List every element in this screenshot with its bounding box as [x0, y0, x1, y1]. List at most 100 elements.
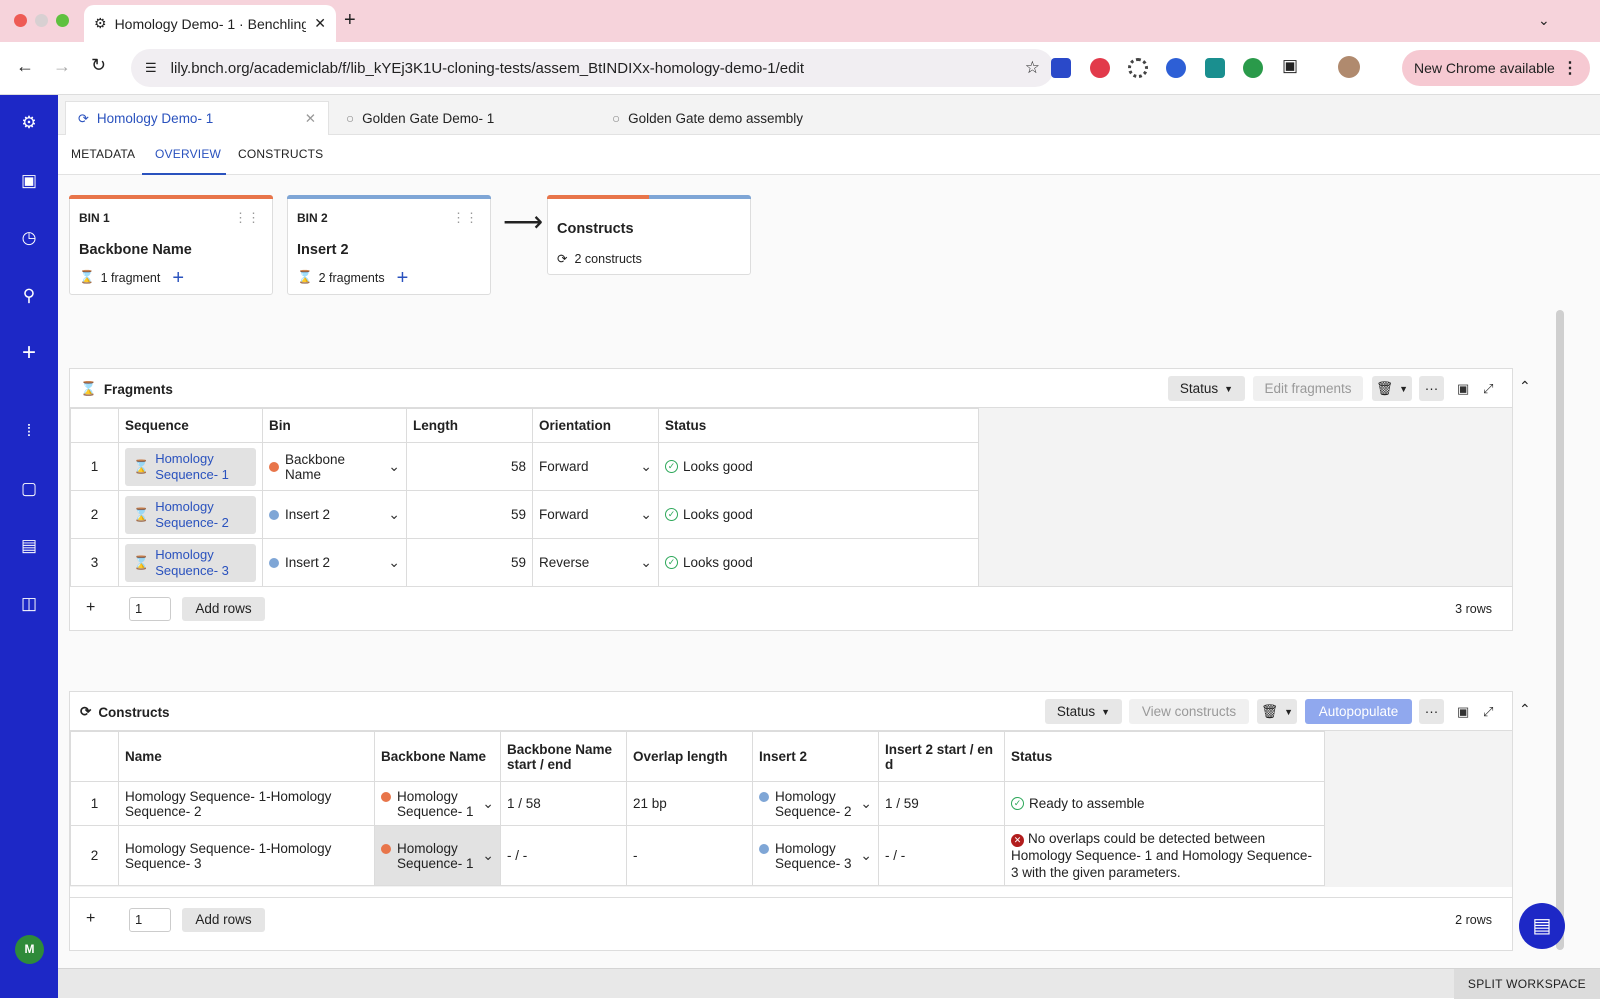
browser-tab[interactable]: ⚙ Homology Demo- 1 · Benchling ✕	[84, 5, 336, 42]
tab-search-icon[interactable]: ⌄	[1538, 12, 1550, 29]
expand-icon[interactable]: ⤢	[1483, 704, 1493, 720]
url-text[interactable]: lily.bnch.org/academiclab/f/lib_kYEj3K1U…	[171, 60, 1025, 77]
sequence-cell[interactable]: ⌛ Homology Sequence- 1	[118, 442, 263, 491]
backbone-cell[interactable]: Homology Sequence- 1 ⌄	[374, 825, 501, 886]
sequence-chip[interactable]: ⌛ Homology Sequence- 1	[125, 447, 256, 486]
more-actions-button[interactable]: ···	[1419, 699, 1444, 724]
construct-name-cell[interactable]: Homology Sequence- 1-Homology Sequence- …	[118, 825, 375, 886]
insights-icon[interactable]: ◷	[18, 227, 40, 249]
forward-icon[interactable]: →	[53, 56, 71, 77]
autopopulate-button[interactable]: Autopopulate	[1305, 699, 1412, 724]
length-cell[interactable]: 59	[406, 538, 533, 587]
search-icon[interactable]: ⚲	[18, 285, 40, 307]
site-settings-icon[interactable]: ☰	[145, 60, 157, 76]
bin-cell[interactable]: Insert 2 ⌄	[262, 538, 407, 587]
extension-6-icon[interactable]	[1243, 58, 1263, 78]
constructs-card[interactable]: Constructs ⟳ 2 constructs	[547, 195, 751, 275]
insert-cell[interactable]: Homology Sequence- 2 ⌄	[752, 781, 879, 826]
sequence-cell[interactable]: ⌛ Homology Sequence- 2	[118, 490, 263, 539]
insert-range-cell[interactable]: - / -	[878, 825, 1005, 886]
orientation-cell[interactable]: Forward ⌄	[532, 490, 659, 539]
maximize-window-button[interactable]	[56, 14, 69, 27]
more-actions-button[interactable]: ···	[1419, 376, 1444, 401]
chevron-down-icon[interactable]: ⌄	[640, 506, 652, 523]
bin-card-2[interactable]: BIN 2 ⋮⋮ Insert 2 ⌛ 2 fragments +	[287, 195, 491, 295]
column-header[interactable]: Insert 2	[752, 731, 879, 782]
column-header[interactable]: Overlap length	[626, 731, 753, 782]
delete-menu-button[interactable]: 🗑 ▼	[1372, 376, 1412, 401]
extension-5-icon[interactable]	[1205, 58, 1225, 78]
chevron-down-icon[interactable]: ⌄	[388, 554, 400, 571]
insert-cell[interactable]: Homology Sequence- 3 ⌄	[752, 825, 879, 886]
close-doc-tab-icon[interactable]: ✕	[305, 111, 316, 127]
bin-cell[interactable]: Backbone Name ⌄	[262, 442, 407, 491]
bin-card-1[interactable]: BIN 1 ⋮⋮ Backbone Name ⌛ 1 fragment +	[69, 195, 273, 295]
edit-fragments-button[interactable]: Edit fragments	[1253, 376, 1363, 401]
benchling-logo-icon[interactable]: ⚙	[18, 112, 40, 134]
overlap-length-cell[interactable]: -	[626, 825, 753, 886]
doc-tab-golden-gate-demo[interactable]: ○ Golden Gate Demo- 1	[334, 101, 506, 135]
status-filter-button[interactable]: Status ▼	[1168, 376, 1245, 401]
chrome-menu-icon[interactable]: ⋮	[1562, 58, 1578, 78]
column-header[interactable]: Backbone Name start / end	[500, 731, 627, 782]
column-header[interactable]: Length	[406, 408, 533, 443]
add-fragment-button[interactable]: +	[172, 268, 184, 288]
column-header[interactable]: Name	[118, 731, 375, 782]
split-workspace-button[interactable]: SPLIT WORKSPACE	[1453, 969, 1600, 999]
drag-handle-icon[interactable]: ⋮⋮	[234, 210, 260, 226]
new-chrome-available-button[interactable]: New Chrome available ⋮	[1402, 50, 1590, 86]
briefcase-icon[interactable]: ▣	[18, 170, 40, 192]
page-scrollbar[interactable]	[1556, 310, 1564, 950]
column-header[interactable]: Orientation	[532, 408, 659, 443]
chevron-down-icon[interactable]: ⌄	[860, 795, 872, 812]
row-count-input[interactable]: 1	[129, 597, 171, 621]
view-constructs-button[interactable]: View constructs	[1129, 699, 1249, 724]
chevron-down-icon[interactable]: ⌄	[640, 554, 652, 571]
collapse-panel-icon[interactable]: ⌃	[1519, 378, 1531, 395]
extension-2-icon[interactable]	[1090, 58, 1110, 78]
column-header[interactable]: Status	[658, 408, 979, 443]
sequence-chip[interactable]: ⌛ Homology Sequence- 2	[125, 495, 256, 534]
dock-panel-icon[interactable]: ▣	[1457, 381, 1469, 397]
add-row-plus-button[interactable]: +	[86, 599, 95, 617]
add-rows-button[interactable]: Add rows	[182, 597, 265, 621]
add-row-plus-button[interactable]: +	[86, 910, 95, 928]
length-cell[interactable]: 59	[406, 490, 533, 539]
collapse-panel-icon[interactable]: ⌃	[1519, 701, 1531, 718]
delete-menu-button[interactable]: 🗑 ▼	[1257, 699, 1297, 724]
profile-avatar[interactable]	[1338, 56, 1360, 78]
doc-tab-golden-gate-assembly[interactable]: ○ Golden Gate demo assembly	[600, 101, 815, 135]
chevron-down-icon[interactable]: ⌄	[860, 847, 872, 864]
backbone-range-cell[interactable]: 1 / 58	[500, 781, 627, 826]
create-plus-icon[interactable]: +	[18, 341, 40, 365]
back-icon[interactable]: ←	[16, 56, 34, 77]
bin-cell[interactable]: Insert 2 ⌄	[262, 490, 407, 539]
expand-icon[interactable]: ⤢	[1483, 381, 1493, 397]
column-header[interactable]: Sequence	[118, 408, 263, 443]
chevron-down-icon[interactable]: ⌄	[482, 795, 494, 812]
add-fragment-button[interactable]: +	[397, 268, 409, 288]
chat-support-button[interactable]: ▤	[1519, 903, 1565, 949]
user-avatar[interactable]: M	[15, 935, 44, 964]
column-header[interactable]: Backbone Name	[374, 731, 501, 782]
close-window-button[interactable]	[14, 14, 27, 27]
column-header[interactable]: Insert 2 start / en d	[878, 731, 1005, 782]
folder-sync-icon[interactable]: ◫	[18, 593, 40, 615]
column-header[interactable]: Bin	[262, 408, 407, 443]
orientation-cell[interactable]: Forward ⌄	[532, 442, 659, 491]
dock-panel-icon[interactable]: ▣	[1457, 704, 1469, 720]
sequence-chip[interactable]: ⌛ Homology Sequence- 3	[125, 543, 256, 582]
chevron-down-icon[interactable]: ⌄	[388, 458, 400, 475]
extension-1-icon[interactable]	[1051, 58, 1071, 78]
address-bar[interactable]: ☰ lily.bnch.org/academiclab/f/lib_kYEj3K…	[131, 49, 1054, 87]
close-tab-icon[interactable]: ✕	[314, 15, 326, 32]
insert-range-cell[interactable]: 1 / 59	[878, 781, 1005, 826]
length-cell[interactable]: 58	[406, 442, 533, 491]
tab-overview[interactable]: OVERVIEW	[155, 147, 221, 161]
tab-constructs[interactable]: CONSTRUCTS	[238, 147, 323, 161]
status-filter-button[interactable]: Status ▼	[1045, 699, 1122, 724]
add-rows-button[interactable]: Add rows	[182, 908, 265, 932]
row-count-input[interactable]: 1	[129, 908, 171, 932]
backbone-cell[interactable]: Homology Sequence- 1 ⌄	[374, 781, 501, 826]
tab-metadata[interactable]: METADATA	[71, 147, 135, 161]
